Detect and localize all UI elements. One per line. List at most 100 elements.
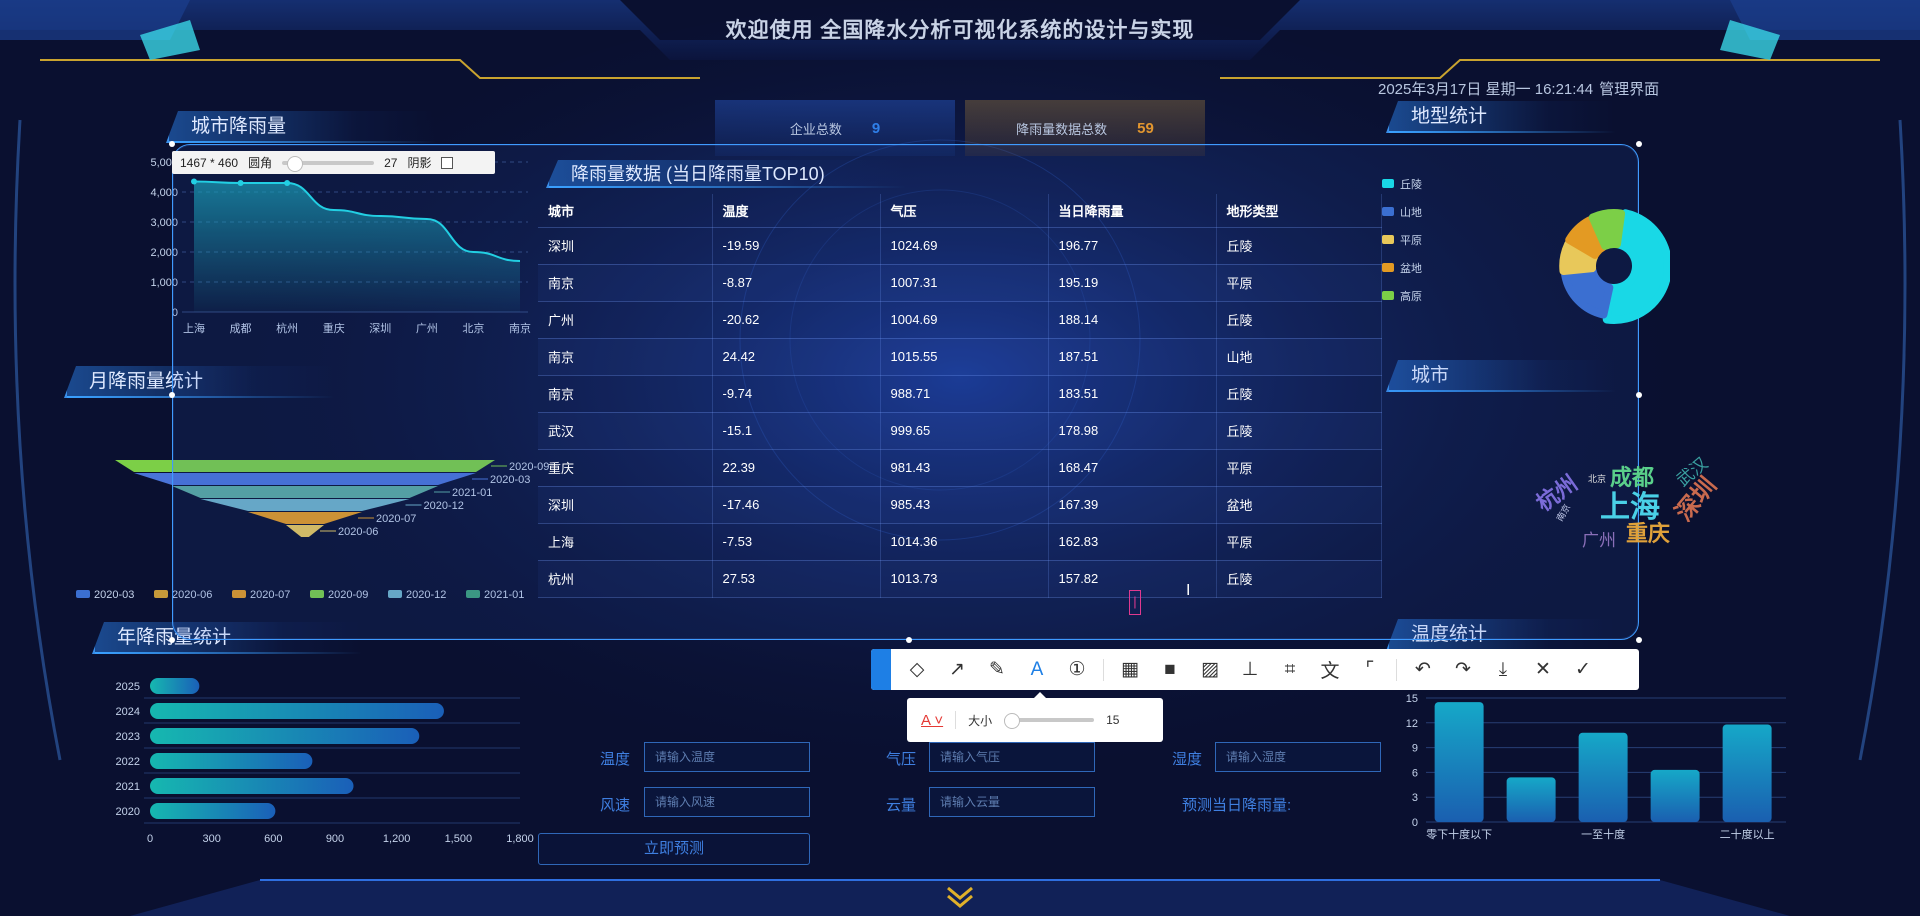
y-tick-label: 2021 xyxy=(116,781,140,793)
table-row[interactable]: 南京 24.42 1015.55 187.51 山地 xyxy=(538,338,1382,376)
blur-icon[interactable]: ■ xyxy=(1150,649,1190,690)
panel-title-city-rain: 城市降雨量 xyxy=(166,111,436,143)
toolbar-drag-handle[interactable] xyxy=(871,649,891,690)
close-icon[interactable]: ✕ xyxy=(1523,649,1563,690)
x-tick-label: 600 xyxy=(264,833,282,845)
x-tick-label: 零下十度以下 xyxy=(1426,827,1492,841)
font-color-icon[interactable]: A ˅ xyxy=(921,712,943,729)
table-cell: 187.51 xyxy=(1048,338,1217,376)
ocr-icon[interactable]: ⌗ xyxy=(1270,649,1310,690)
resize-handle[interactable] xyxy=(1636,141,1642,147)
table-row[interactable]: 深圳 -19.59 1024.69 196.77 丘陵 xyxy=(538,227,1382,265)
temp-input[interactable]: 请输入温度 xyxy=(644,742,810,772)
table-cell: -7.53 xyxy=(712,523,881,561)
stat-label: 降雨量数据总数 xyxy=(1016,121,1108,137)
pressure-input[interactable]: 请输入气压 xyxy=(929,742,1095,772)
pin-icon[interactable]: ⊥ xyxy=(1230,649,1270,690)
table-cell: 南京 xyxy=(538,264,713,302)
wordcloud-word: 北京 xyxy=(1588,474,1607,484)
wind-input[interactable]: 请输入风速 xyxy=(644,787,810,817)
hatch-icon[interactable]: ▨ xyxy=(1190,649,1230,690)
shape-icon[interactable]: ◇ xyxy=(897,649,937,690)
capture-size: 1467 * 460 xyxy=(180,155,239,170)
table-row[interactable]: 杭州 27.53 1013.73 157.82 丘陵 xyxy=(538,560,1382,598)
y-tick-label: 6 xyxy=(1412,767,1418,779)
text-caret: | xyxy=(1129,590,1141,615)
table-cell: 1007.31 xyxy=(880,264,1049,302)
table-cell: 195.19 xyxy=(1048,264,1217,302)
table-row[interactable]: 广州 -20.62 1004.69 188.14 丘陵 xyxy=(538,301,1382,339)
table-cell: 深圳 xyxy=(538,227,713,265)
table-cell: 988.71 xyxy=(880,375,1049,413)
predict-button[interactable]: 立即预测 xyxy=(538,833,810,865)
y-tick-label: 2023 xyxy=(116,731,140,743)
table-row[interactable]: 重庆 22.39 981.43 168.47 平原 xyxy=(538,449,1382,487)
legend-swatch xyxy=(76,590,90,598)
rain-top10-table: 城市 温度 气压 当日降雨量 地形类型 深圳 -19.59 1024.69 196.7… xyxy=(538,194,1382,598)
resize-handle[interactable] xyxy=(905,637,912,643)
resize-handle[interactable] xyxy=(169,637,175,643)
table-row[interactable]: 深圳 -17.46 985.43 167.39 盆地 xyxy=(538,486,1382,524)
stat-value: 59 xyxy=(1137,119,1154,137)
table-row[interactable]: 南京 -8.87 1007.31 195.19 平原 xyxy=(538,264,1382,302)
number-icon[interactable]: ① xyxy=(1057,649,1097,690)
table-cell: 丘陵 xyxy=(1216,301,1382,339)
download-icon[interactable]: ⤓ xyxy=(1483,649,1523,690)
x-tick-label: 二十度以上 xyxy=(1720,827,1775,841)
arrow-icon[interactable]: ↗ xyxy=(937,649,977,690)
table-cell: 1014.36 xyxy=(880,523,1049,561)
bar xyxy=(1722,724,1772,822)
resize-handle[interactable] xyxy=(1636,392,1642,398)
legend-label: 平原 xyxy=(1400,235,1422,247)
table-cell: 丘陵 xyxy=(1216,227,1382,265)
table-cell: 重庆 xyxy=(538,449,713,487)
legend-label: 山地 xyxy=(1400,206,1422,219)
column-header: 地形类型 xyxy=(1216,194,1382,228)
redo-icon[interactable]: ↷ xyxy=(1443,649,1483,690)
bar xyxy=(1506,777,1556,822)
corner-slider[interactable] xyxy=(282,155,375,172)
table-cell: 南京 xyxy=(538,338,713,376)
table-row[interactable]: 上海 -7.53 1014.36 162.83 平原 xyxy=(538,523,1382,561)
wordcloud-word: 广州 xyxy=(1582,531,1616,550)
corner-value: 27 xyxy=(384,155,398,170)
humidity-label: 湿度 xyxy=(1172,751,1203,768)
scan-icon[interactable]: ⌜ xyxy=(1350,649,1390,690)
bar xyxy=(150,703,444,719)
mosaic-icon[interactable]: ▦ xyxy=(1110,649,1150,690)
legend-label: 丘陵 xyxy=(1400,178,1422,191)
annotation-toolbar: ◇ ↗ ✎ A ① ▦ ■ ▨ ⊥ ⌗ 文 ⌜ ↶ ↷ ⤓ ✕ ✓ xyxy=(871,649,1639,690)
size-slider[interactable] xyxy=(1004,713,1095,729)
confirm-icon[interactable]: ✓ xyxy=(1563,649,1603,690)
shadow-checkbox[interactable] xyxy=(441,156,454,169)
wordcloud-word: 重庆 xyxy=(1626,521,1671,546)
table-cell: 南京 xyxy=(538,375,713,413)
text-icon[interactable]: A xyxy=(1017,649,1057,690)
resize-handle[interactable] xyxy=(169,392,175,398)
resize-handle[interactable] xyxy=(1636,637,1642,643)
size-value: 15 xyxy=(1106,713,1120,727)
undo-icon[interactable]: ↶ xyxy=(1403,649,1443,690)
column-header: 温度 xyxy=(712,194,881,228)
resize-handle[interactable] xyxy=(169,141,175,147)
translate-icon[interactable]: 文 xyxy=(1310,649,1350,690)
table-cell: 武汉 xyxy=(538,412,713,450)
table-cell: -20.62 xyxy=(712,301,881,339)
humidity-input[interactable]: 请输入湿度 xyxy=(1215,742,1381,772)
x-tick-label: 300 xyxy=(202,833,220,845)
ibeam-cursor: I xyxy=(1186,582,1191,599)
pen-icon[interactable]: ✎ xyxy=(977,649,1017,690)
table-row[interactable]: 武汉 -15.1 999.65 178.98 丘陵 xyxy=(538,412,1382,450)
table-cell: 1004.69 xyxy=(880,301,1049,339)
admin-link[interactable]: 管理界面 xyxy=(1599,81,1659,98)
temp-label: 温度 xyxy=(600,751,631,768)
text-style-bar: A ˅ 大小 15 xyxy=(907,692,1163,742)
table-cell: 丘陵 xyxy=(1216,375,1382,413)
city-wordcloud: 成都 上海 深圳 重庆 杭州 广州 武汉 北京 南京 xyxy=(1532,450,1730,560)
table-cell: 183.51 xyxy=(1048,375,1217,413)
cloud-input[interactable]: 请输入云量 xyxy=(929,787,1095,817)
table-row[interactable]: 南京 -9.74 988.71 183.51 丘陵 xyxy=(538,375,1382,413)
table-cell: 丘陵 xyxy=(1216,412,1382,450)
y-tick-label: 2022 xyxy=(116,756,140,768)
wind-label: 风速 xyxy=(600,797,631,814)
